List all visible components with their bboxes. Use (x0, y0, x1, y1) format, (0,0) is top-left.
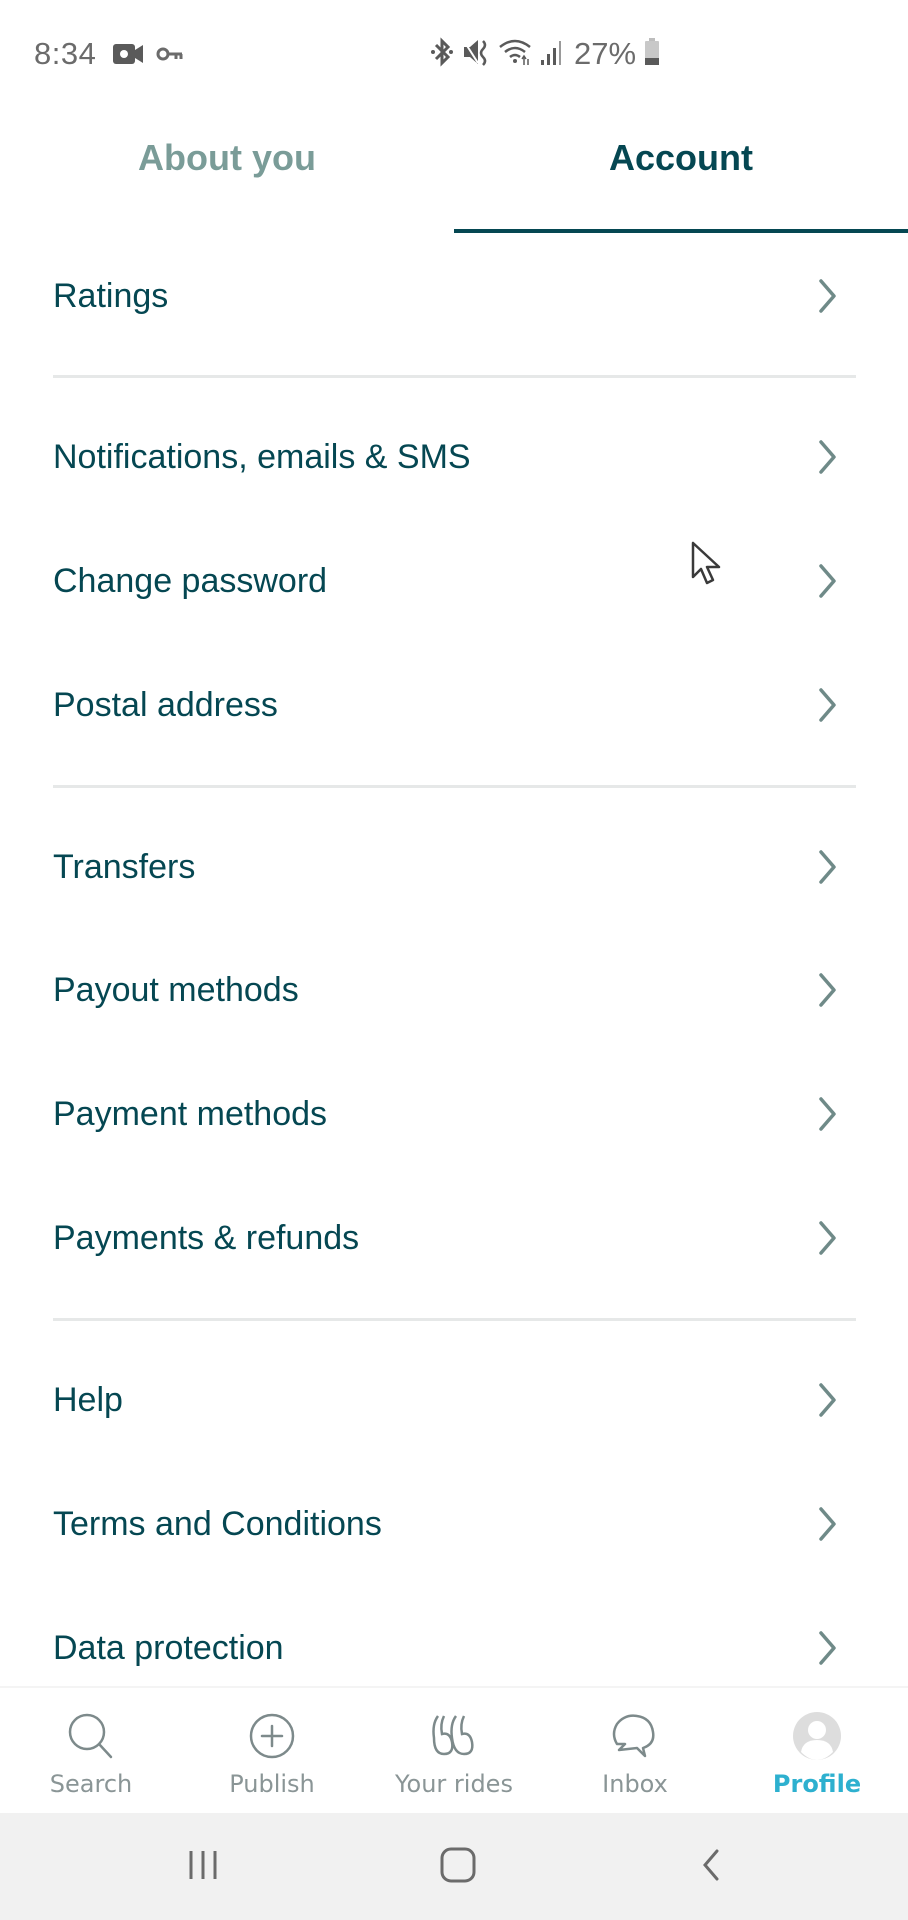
bottom-navigation: Search Publish Your rides Inbox Profile (0, 1686, 908, 1813)
chevron-right-icon (819, 1383, 836, 1417)
video-recording-icon (112, 42, 144, 71)
recent-apps-button[interactable] (163, 1835, 243, 1895)
home-icon (440, 1847, 476, 1883)
nav-search[interactable]: Search (0, 1688, 182, 1813)
chevron-right-icon (819, 1631, 836, 1665)
nav-label: Inbox (602, 1770, 668, 1798)
chevron-right-icon (819, 1507, 836, 1541)
tab-about-you[interactable]: About you (0, 110, 454, 233)
battery-icon (644, 37, 660, 71)
chevron-right-icon (819, 850, 836, 884)
list-item-label: Payments & refunds (53, 1218, 360, 1257)
nav-publish[interactable]: Publish (181, 1688, 363, 1813)
tab-account-label: Account (609, 137, 753, 178)
section-divider (53, 785, 856, 788)
nav-profile[interactable]: Profile (726, 1688, 908, 1813)
list-item-label: Payment methods (53, 1094, 328, 1133)
chevron-right-icon (819, 279, 836, 313)
list-item-payout-methods[interactable]: Payout methods (0, 928, 908, 1052)
list-item-label: Data protection (53, 1628, 284, 1667)
plus-circle-icon (249, 1713, 295, 1759)
status-bar: 8:34 27% (0, 0, 908, 110)
nav-your-rides[interactable]: Your rides (363, 1688, 545, 1813)
list-item-label: Help (53, 1380, 123, 1419)
bluetooth-icon (430, 36, 454, 72)
list-item-ratings[interactable]: Ratings (0, 234, 908, 358)
list-item-notifications[interactable]: Notifications, emails & SMS (0, 395, 908, 519)
chevron-right-icon (819, 1221, 836, 1255)
list-item-postal-address[interactable]: Postal address (0, 643, 908, 767)
list-item-label: Postal address (53, 685, 278, 724)
list-item-data-protection[interactable]: Data protection (0, 1586, 908, 1688)
home-button[interactable] (418, 1835, 498, 1895)
list-item-transfers[interactable]: Transfers (0, 805, 908, 929)
battery-percent: 27% (574, 36, 637, 71)
chevron-right-icon (819, 688, 836, 722)
search-icon (68, 1713, 113, 1759)
list-item-label: Ratings (53, 276, 169, 315)
back-icon (703, 1849, 719, 1881)
list-item-terms-conditions[interactable]: Terms and Conditions (0, 1462, 908, 1586)
recent-apps-icon (189, 1851, 217, 1879)
avatar-icon (793, 1712, 841, 1760)
system-navigation-bar (0, 1813, 908, 1920)
chevron-right-icon (819, 1097, 836, 1131)
list-item-label: Payout methods (53, 970, 299, 1009)
signal-icon (540, 38, 562, 71)
list-item-label: Change password (53, 561, 328, 600)
list-item-label: Notifications, emails & SMS (53, 437, 471, 476)
chevron-right-icon (819, 973, 836, 1007)
rides-icon (432, 1715, 474, 1756)
back-button[interactable] (672, 1835, 752, 1895)
chevron-right-icon (819, 440, 836, 474)
nav-label: Search (49, 1770, 133, 1798)
list-item-payment-methods[interactable]: Payment methods (0, 1052, 908, 1176)
section-divider (53, 375, 856, 378)
vpn-key-icon (156, 44, 184, 69)
tab-account[interactable]: Account (454, 110, 908, 233)
status-right-icons: 27% (430, 36, 660, 72)
section-divider (53, 1318, 856, 1321)
status-left-icons (112, 42, 184, 71)
chevron-right-icon (819, 564, 836, 598)
list-item-label: Terms and Conditions (53, 1504, 382, 1543)
list-item-label: Transfers (53, 847, 196, 886)
account-settings-list: Ratings Notifications, emails & SMS Chan… (0, 233, 908, 1688)
status-time: 8:34 (34, 36, 97, 71)
mute-icon (462, 37, 490, 72)
list-item-payments-refunds[interactable]: Payments & refunds (0, 1176, 908, 1300)
nav-inbox[interactable]: Inbox (544, 1688, 726, 1813)
chat-icon (612, 1714, 655, 1758)
profile-tabs: About you Account (0, 110, 908, 233)
tab-about-you-label: About you (138, 137, 316, 178)
nav-label: Profile (772, 1770, 862, 1798)
nav-label: Your rides (395, 1770, 513, 1798)
list-item-help[interactable]: Help (0, 1338, 908, 1462)
nav-label: Publish (229, 1770, 315, 1798)
wifi-icon (498, 37, 532, 72)
list-item-change-password[interactable]: Change password (0, 519, 908, 643)
